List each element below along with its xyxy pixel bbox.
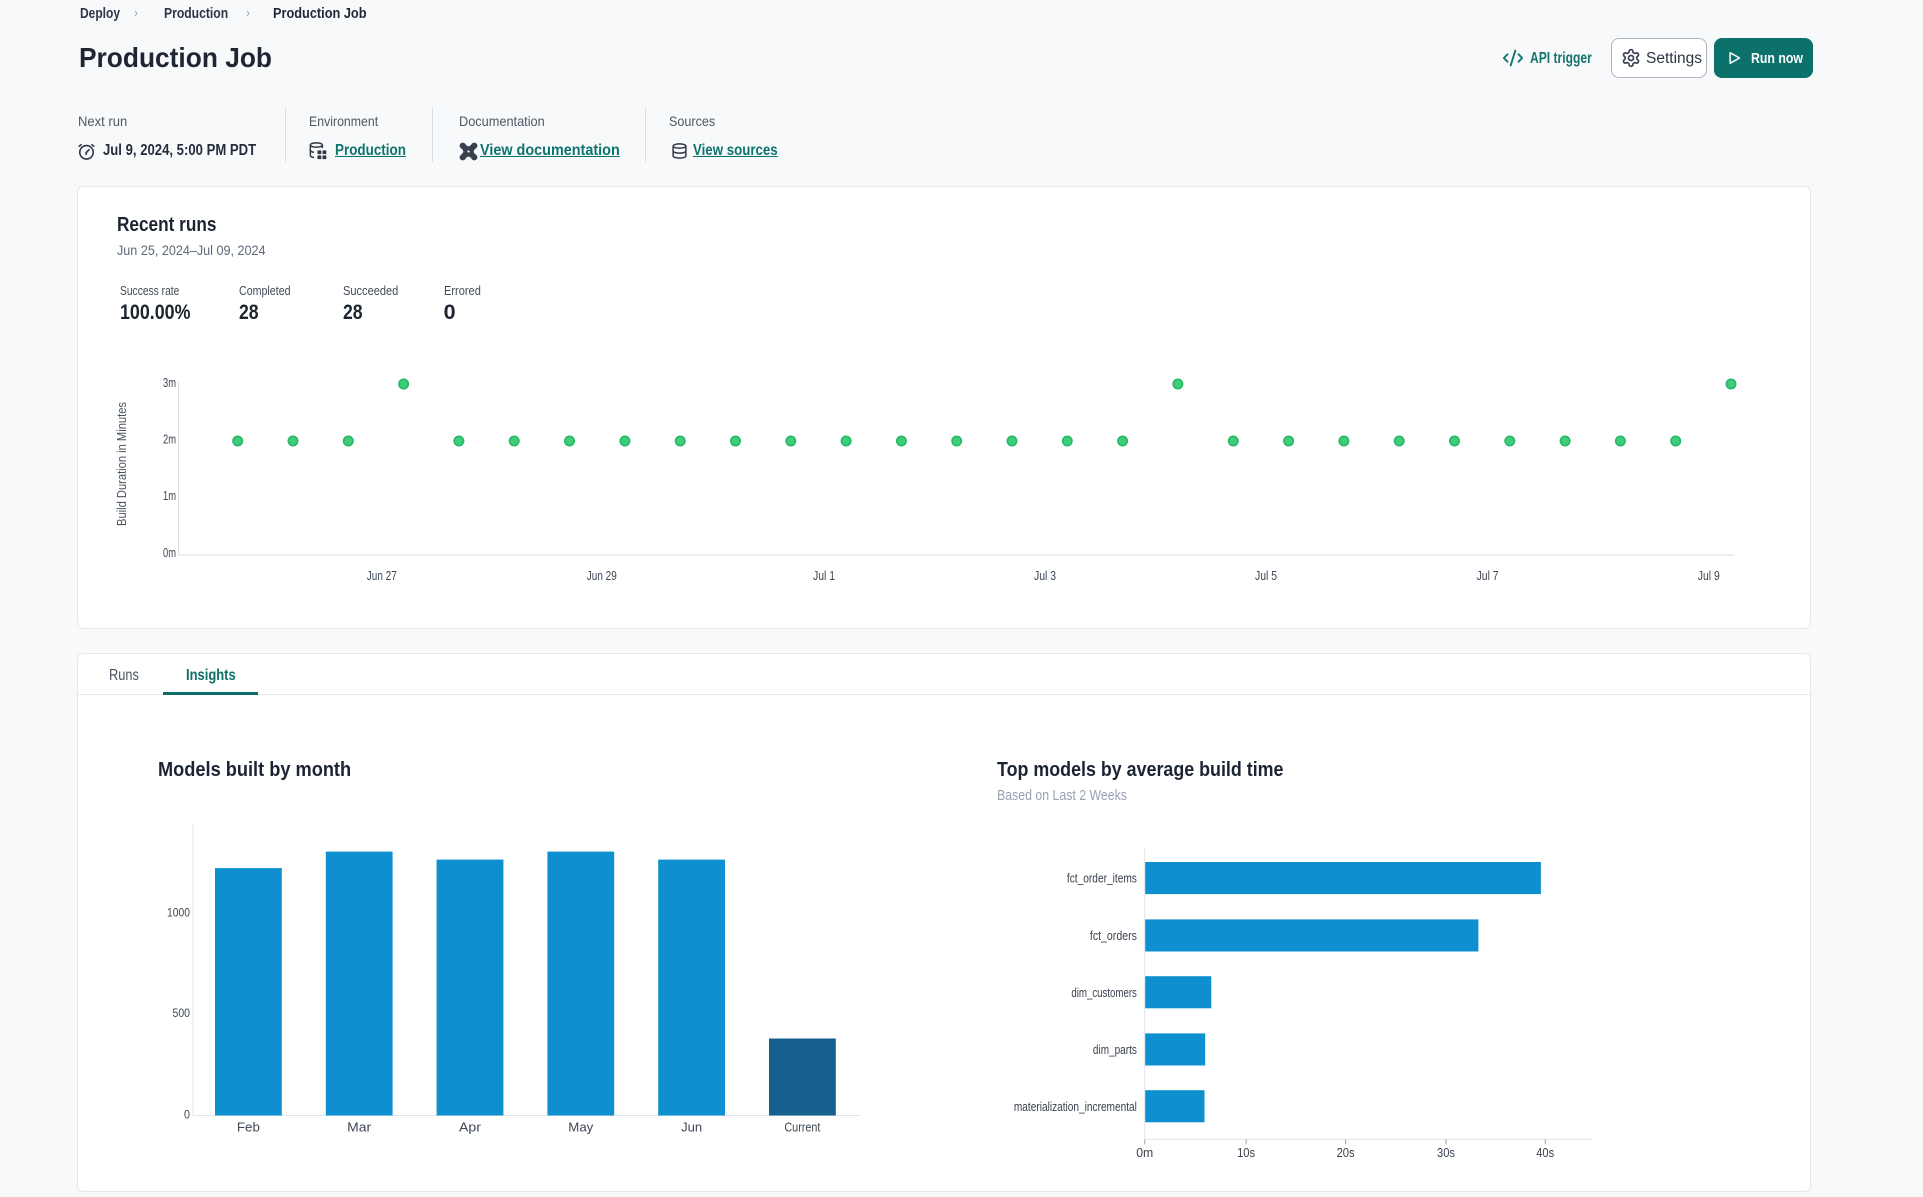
svg-text:dim_customers: dim_customers — [1071, 986, 1137, 1000]
svg-text:Build Duration in Minutes: Build Duration in Minutes — [115, 402, 129, 526]
svg-text:0m: 0m — [163, 546, 176, 560]
svg-text:2m: 2m — [163, 433, 176, 447]
svg-text:20s: 20s — [1337, 1146, 1355, 1160]
svg-text:dim_parts: dim_parts — [1093, 1043, 1137, 1057]
svg-text:Current: Current — [784, 1121, 820, 1135]
svg-text:Jun 29: Jun 29 — [587, 569, 617, 583]
svg-text:30s: 30s — [1437, 1146, 1455, 1160]
svg-text:Mar: Mar — [347, 1121, 371, 1135]
svg-text:Jul 1: Jul 1 — [813, 569, 835, 583]
svg-text:Jul 5: Jul 5 — [1255, 569, 1277, 583]
svg-text:Apr: Apr — [459, 1121, 481, 1135]
svg-text:3m: 3m — [163, 376, 176, 390]
svg-text:May: May — [568, 1121, 594, 1135]
svg-text:1m: 1m — [163, 489, 176, 503]
svg-text:0m: 0m — [1136, 1146, 1153, 1160]
svg-text:Jul 7: Jul 7 — [1477, 569, 1499, 583]
svg-text:fct_orders: fct_orders — [1090, 929, 1137, 943]
svg-text:fct_order_items: fct_order_items — [1067, 872, 1137, 886]
svg-text:Feb: Feb — [237, 1121, 260, 1135]
svg-text:Jun 27: Jun 27 — [367, 569, 397, 583]
svg-text:1000: 1000 — [167, 906, 190, 920]
svg-text:10s: 10s — [1237, 1146, 1255, 1160]
svg-text:500: 500 — [173, 1006, 191, 1020]
svg-text:40s: 40s — [1536, 1146, 1554, 1160]
svg-text:Jul 9: Jul 9 — [1698, 569, 1720, 583]
svg-text:Jul 3: Jul 3 — [1034, 569, 1056, 583]
svg-text:0: 0 — [184, 1108, 190, 1122]
svg-text:materialization_incremental: materialization_incremental — [1014, 1100, 1137, 1114]
svg-text:Jun: Jun — [681, 1121, 702, 1135]
